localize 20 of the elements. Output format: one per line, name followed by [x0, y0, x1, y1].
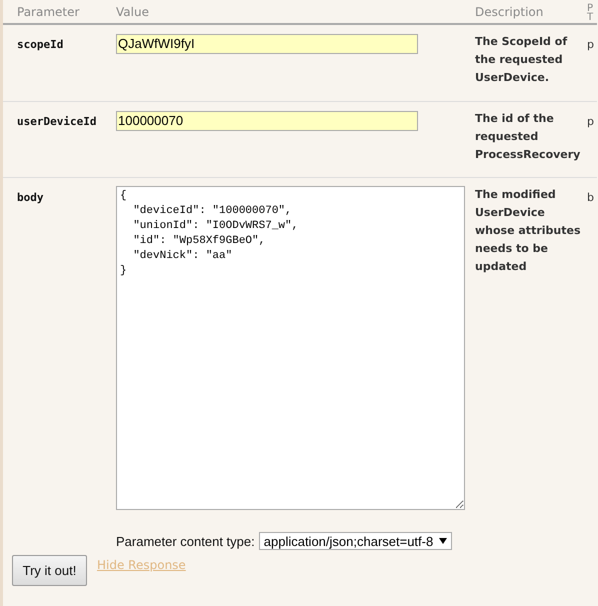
value-field[interactable]: 100000070: [116, 110, 418, 130]
parameter-type: b: [587, 191, 594, 204]
try-it-out-button[interactable]: Try it out!: [12, 555, 87, 586]
parameter-name: body: [17, 190, 44, 204]
parameter-description: The ScopeId of the requested UserDevice.: [475, 34, 568, 86]
parameter-name: userDeviceId: [17, 114, 96, 128]
parameter-name: scopeId: [17, 37, 64, 51]
value-field[interactable]: QJaWfWI9fyI: [116, 34, 418, 54]
parameter-description: The modified UserDevice whose attributes needs to be updated: [475, 187, 582, 275]
content-type-select[interactable]: application/json;charset=utf-8: [258, 532, 452, 550]
parameter-description: The id of the requested ProcessRecovery: [475, 111, 582, 163]
parameter-type: p: [587, 115, 594, 128]
content-type-label: Parameter content type:: [116, 534, 255, 548]
column-header: Description: [475, 0, 587, 25]
column-header: P T: [587, 0, 597, 25]
body-textarea[interactable]: { "deviceId": "100000070", "unionId": "I0ODvWRS7_w", "id": "Wp58Xf9GBeO", "devNick": "aa" }: [116, 186, 465, 510]
parameter-type: p: [587, 38, 594, 51]
column-header: Value: [116, 0, 475, 25]
column-header: Parameter: [17, 0, 116, 25]
caret-icon: [439, 538, 448, 544]
